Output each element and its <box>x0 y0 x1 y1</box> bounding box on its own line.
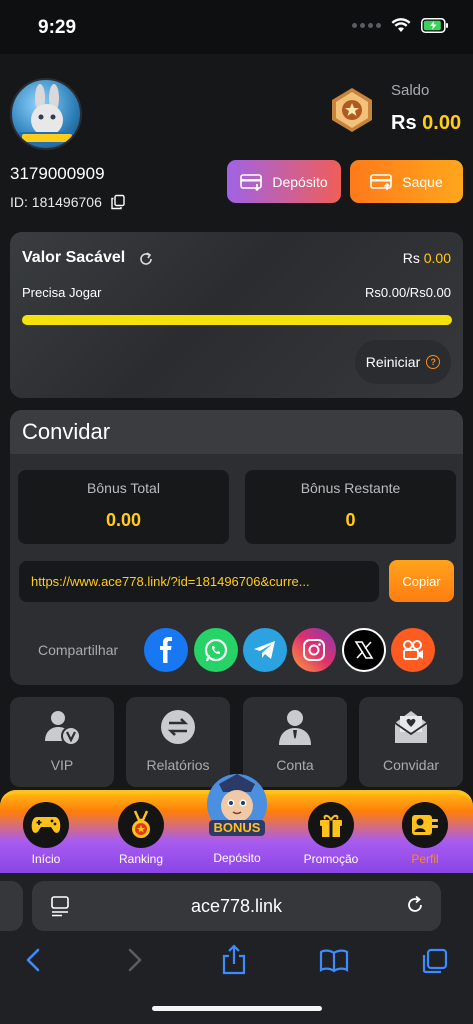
bookmarks-icon[interactable] <box>318 944 350 976</box>
x-icon[interactable] <box>342 628 386 672</box>
nav-item-inicio[interactable]: Início <box>11 802 81 866</box>
deposit-button-label: Depósito <box>272 173 328 190</box>
invite-link-field[interactable]: https://www.ace778.link/?id=181496706&cu… <box>19 561 379 602</box>
kwai-icon[interactable] <box>391 628 435 672</box>
nav-label: Ranking <box>118 852 164 866</box>
copy-icon[interactable] <box>110 194 126 210</box>
invite-link-text: https://www.ace778.link/?id=181496706&cu… <box>31 574 310 589</box>
vip-level-badge-icon[interactable] <box>328 86 376 134</box>
bonus-remaining-value: 0 <box>345 510 356 530</box>
copy-link-button[interactable]: Copiar <box>389 560 454 602</box>
withdraw-button[interactable]: Saque <box>350 160 463 203</box>
transfer-icon <box>161 710 195 744</box>
nav-item-perfil[interactable]: Perfil <box>390 802 460 866</box>
quick-link-label: VIP <box>50 757 74 773</box>
withdraw-card-icon <box>370 173 393 190</box>
cellular-signal-icon <box>352 23 381 28</box>
telegram-icon[interactable] <box>243 628 287 672</box>
home-indicator <box>152 1006 322 1011</box>
back-icon[interactable] <box>22 944 44 976</box>
tabs-icon[interactable] <box>420 944 450 976</box>
invite-title: Convidar <box>22 419 111 444</box>
balance-currency: Rs <box>391 112 417 134</box>
status-time: 9:29 <box>38 17 77 38</box>
gamepad-icon <box>31 817 61 833</box>
bonus-remaining-label: Bônus Restante <box>300 480 401 496</box>
reset-button[interactable]: Reiniciar ? <box>355 340 451 384</box>
bonus-badge-text: BONUS <box>214 820 261 835</box>
gift-icon <box>320 814 342 837</box>
deposit-card-icon <box>240 173 263 191</box>
account-icon <box>279 710 311 745</box>
withdraw-button-label: Saque <box>402 173 443 190</box>
bonus-total-box: Bônus Total 0.00 <box>18 470 229 544</box>
withdrawable-currency: Rs <box>402 250 420 266</box>
url-text: ace778.link <box>190 895 283 916</box>
username: 3179000909 <box>10 164 105 183</box>
address-bar[interactable]: ace778.link <box>32 881 441 931</box>
nav-label: Promoção <box>303 852 359 866</box>
balance-value: Rs 0.00 <box>391 112 461 135</box>
vip-user-icon <box>45 711 81 746</box>
withdrawable-value: 0.00 <box>423 250 451 266</box>
wager-required-value: Rs0.00/Rs0.00 <box>365 285 451 300</box>
quick-link-label: Convidar <box>382 757 440 773</box>
balance-amount: 0.00 <box>422 112 462 134</box>
nav-label: Perfil <box>411 852 439 866</box>
share-label: Compartilhar <box>38 642 119 658</box>
bonus-mascot-icon[interactable]: BONUS <box>205 770 269 840</box>
forward-icon[interactable] <box>124 944 146 976</box>
refresh-icon[interactable] <box>137 250 155 268</box>
user-id: ID: 181496706 <box>10 194 126 210</box>
nav-item-ranking[interactable]: Ranking <box>106 802 176 866</box>
help-icon[interactable]: ? <box>426 355 441 369</box>
facebook-icon[interactable] <box>144 628 188 672</box>
avatar[interactable] <box>10 78 82 150</box>
battery-charging-icon <box>421 18 448 33</box>
deposit-button[interactable]: Depósito <box>227 160 341 203</box>
quick-link-invite[interactable]: Convidar <box>359 697 463 787</box>
medal-icon <box>132 810 150 838</box>
withdrawable-amount: Rs 0.00 <box>403 250 451 266</box>
wager-required-label: Precisa Jogar <box>22 285 102 300</box>
withdrawable-title: Valor Sacável <box>22 249 126 266</box>
reset-button-label: Reiniciar <box>365 354 421 370</box>
nav-item-promocao[interactable]: Promoção <box>296 802 366 866</box>
bunny-avatar-icon <box>18 84 78 144</box>
quick-link-vip[interactable]: VIP <box>10 697 114 787</box>
share-icon[interactable] <box>220 944 248 976</box>
previous-tab-preview[interactable] <box>0 881 23 931</box>
reload-icon[interactable] <box>404 894 426 916</box>
bonus-total-value: 0.00 <box>105 510 142 530</box>
status-icons <box>352 18 449 33</box>
nav-label-deposito[interactable]: Depósito <box>196 851 278 865</box>
bonus-total-label: Bônus Total <box>87 480 160 496</box>
instagram-icon[interactable] <box>292 628 336 672</box>
bonus-remaining-box: Bônus Restante 0 <box>245 470 456 544</box>
invite-mail-icon <box>394 711 428 743</box>
nav-label: Início <box>31 852 61 866</box>
profile-card-icon <box>412 815 438 835</box>
whatsapp-icon[interactable] <box>194 628 238 672</box>
page-menu-icon[interactable] <box>50 895 72 917</box>
wifi-icon <box>391 18 411 32</box>
wager-progress-fill <box>22 315 452 325</box>
user-id-text: ID: 181496706 <box>10 194 102 210</box>
balance-label: Saldo <box>391 82 430 99</box>
